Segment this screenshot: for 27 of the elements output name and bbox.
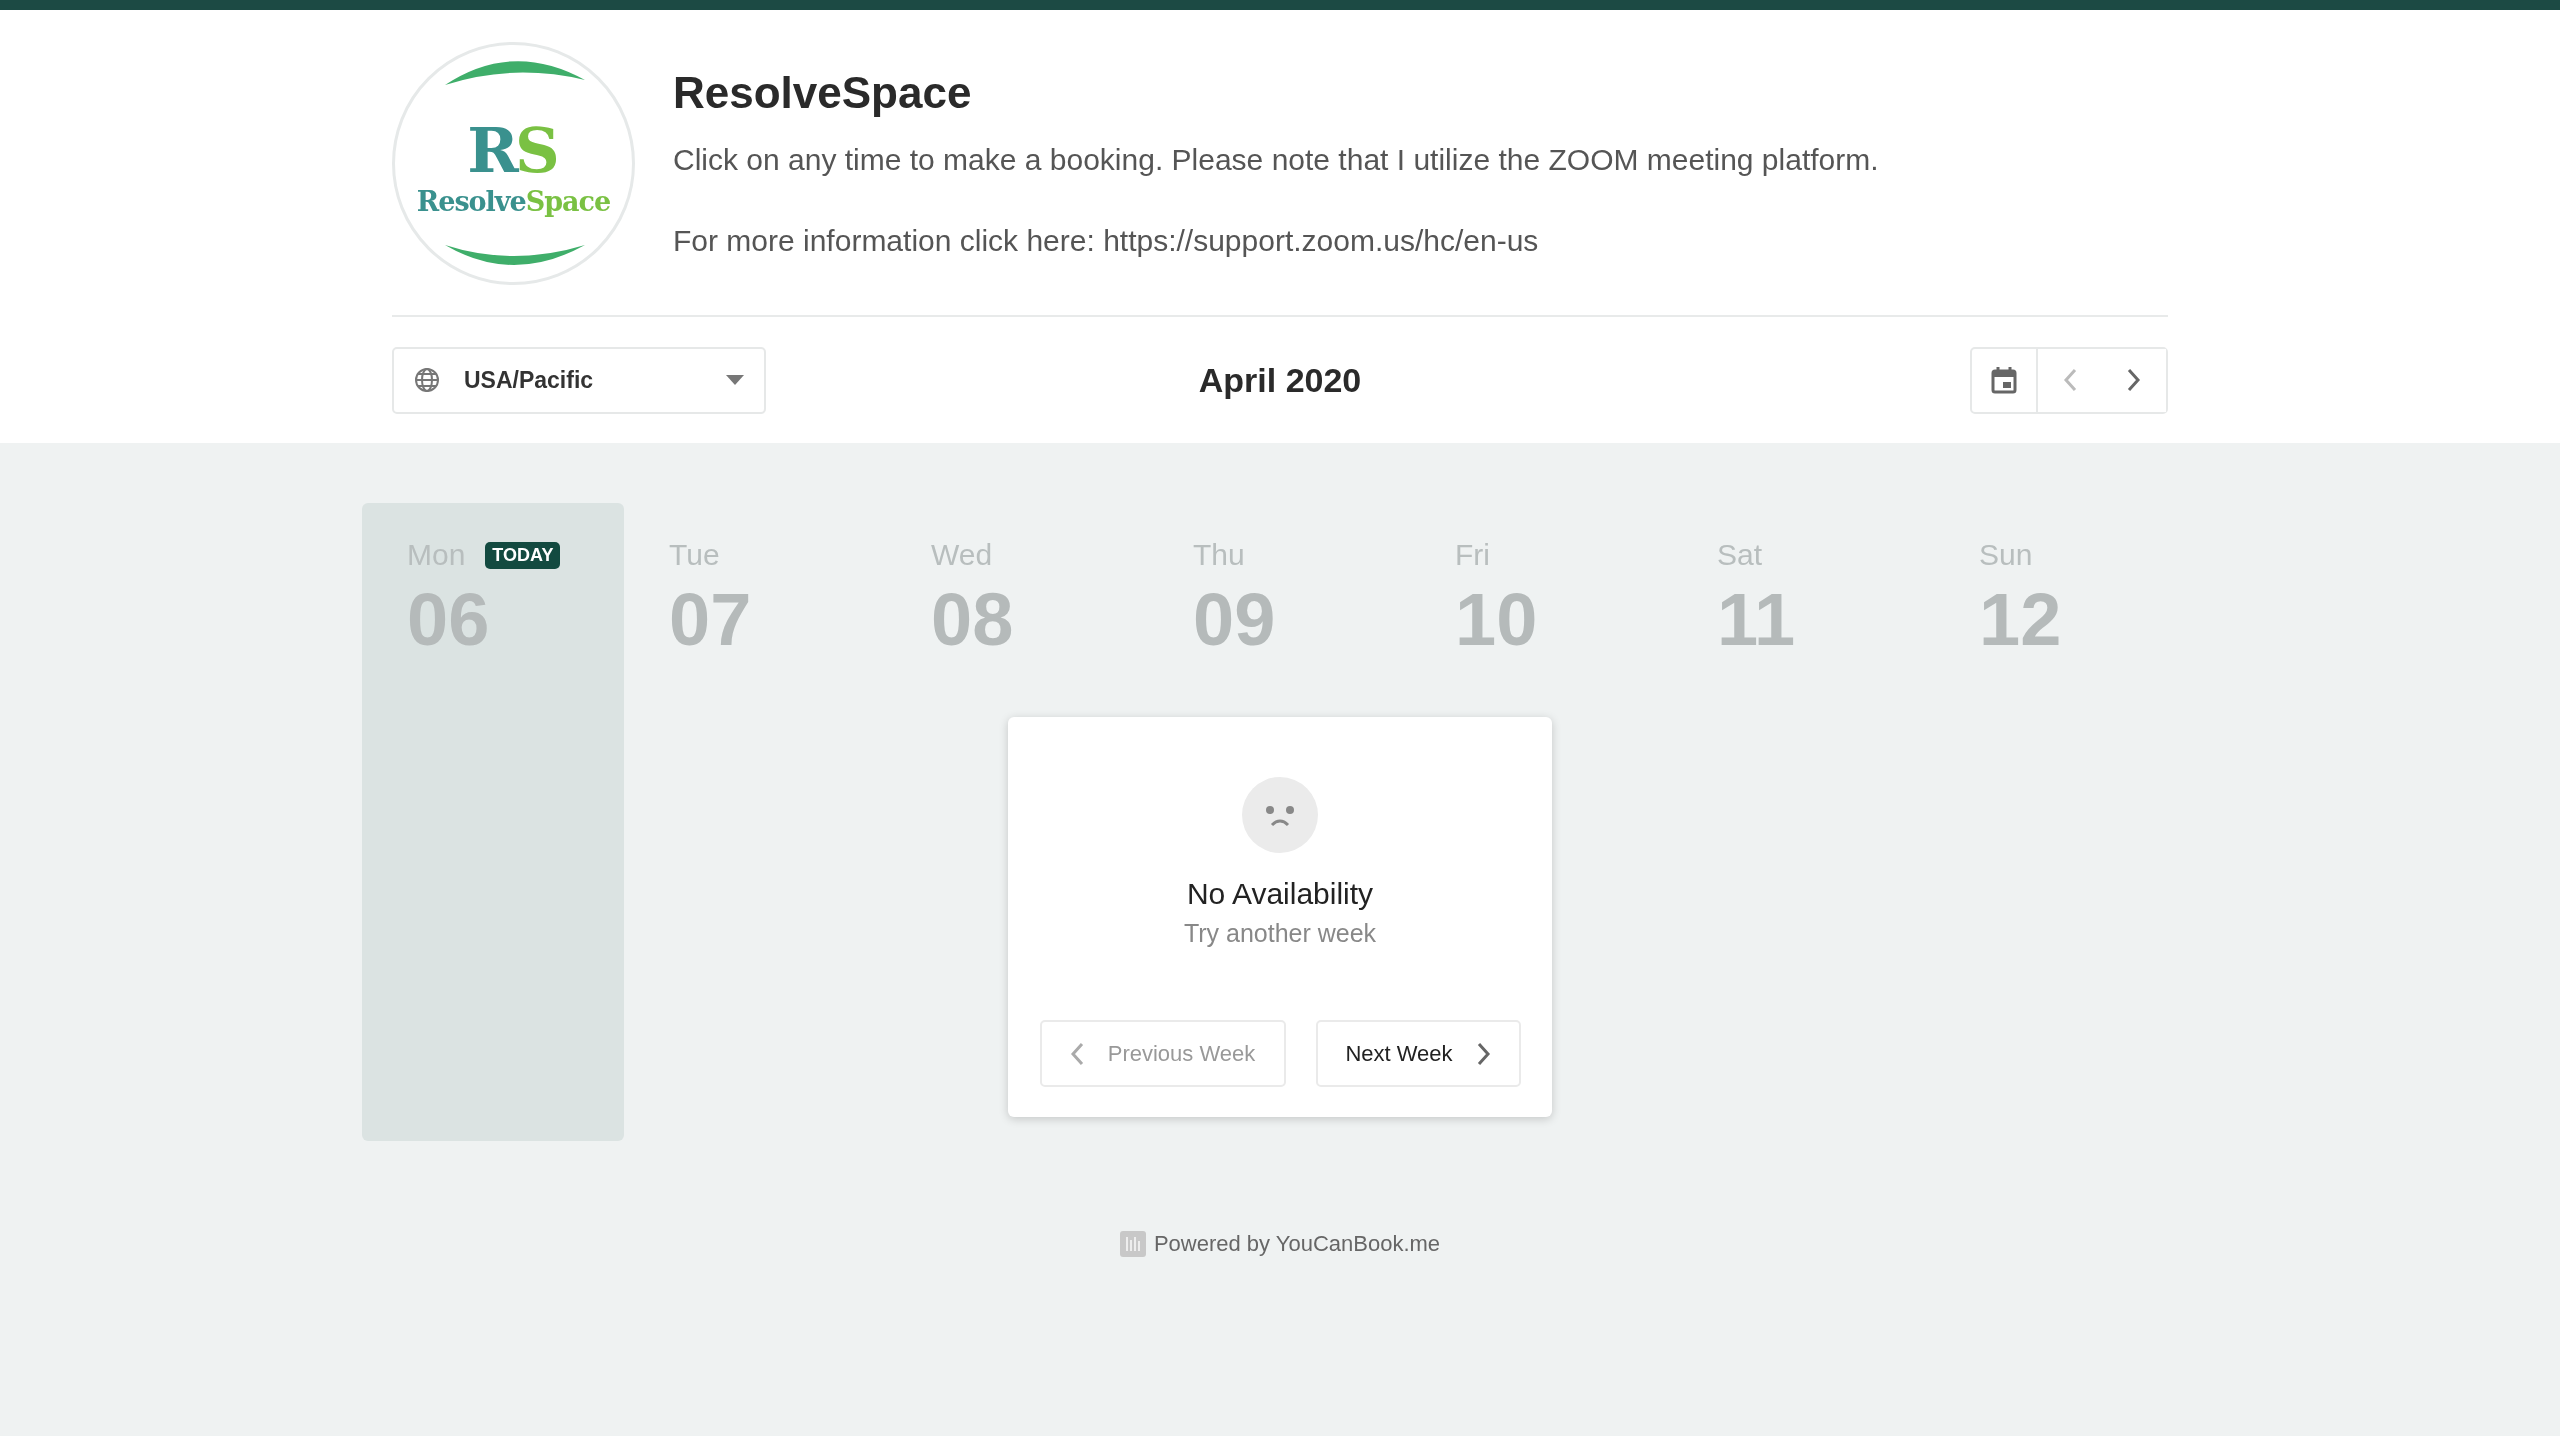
sad-face-icon	[1242, 777, 1318, 853]
day-number: 09	[1193, 583, 1276, 657]
logo-text: ResolveSpace	[416, 186, 611, 217]
calendar-icon	[1991, 366, 2017, 394]
day-number: 10	[1455, 583, 1538, 657]
chevron-left-icon	[2063, 368, 2077, 392]
month-title: April 2020	[1198, 360, 1362, 400]
business-name: ResolveSpace	[673, 67, 973, 118]
empty-state-subtitle: Try another week	[1183, 919, 1377, 948]
day-number: 07	[669, 583, 752, 657]
dropdown-caret-icon	[726, 375, 744, 385]
globe-icon	[414, 367, 440, 393]
info-text: For more information click here: https://support.zoom.us/hc/en-us	[673, 222, 1540, 259]
powered-by-text: Powered by YouCanBook.me	[1153, 1231, 1441, 1257]
chevron-right-icon	[1476, 1041, 1491, 1066]
bar-chart-logo-icon	[1119, 1231, 1146, 1257]
day-number: 12	[1979, 583, 2062, 657]
empty-state-title: No Availability	[1186, 877, 1374, 911]
chevron-left-icon	[1069, 1041, 1084, 1066]
chevron-right-icon	[2127, 368, 2141, 392]
next-week-button[interactable]: Next Week	[1315, 1020, 1521, 1087]
description-text: Click on any time to make a booking. Please note that I utilize the ZOOM meeting platform.	[673, 141, 1879, 178]
day-number: 08	[931, 583, 1014, 657]
day-number: 11	[1717, 583, 1796, 657]
logo-monogram: RS	[467, 120, 557, 182]
today-badge: TODAY	[485, 541, 561, 569]
timezone-dropdown[interactable]: USA/Pacific	[392, 346, 766, 414]
